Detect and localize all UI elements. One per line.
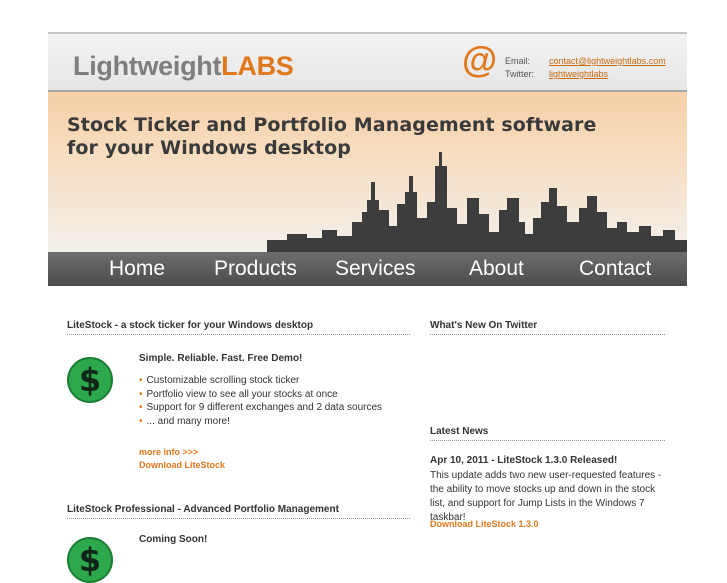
download-litestock-130-link[interactable]: Download LiteStock 1.3.0 [430, 519, 539, 529]
feature-item: Customizable scrolling stock ticker [139, 374, 382, 388]
nav-contact[interactable]: Contact [579, 257, 651, 281]
main-nav: Home Products Services About Contact [48, 252, 687, 286]
news-item-body: This update adds two new user-requested … [430, 470, 662, 523]
nav-services[interactable]: Services [335, 257, 416, 281]
email-link[interactable]: contact@lightweightlabs.com [549, 55, 666, 68]
product2-heading: LiteStock Professional - Advanced Portfo… [67, 504, 410, 519]
at-icon: @ [462, 39, 498, 80]
contact-info: Email: contact@lightweightlabs.com Twitt… [505, 55, 666, 81]
news-heading: Latest News [430, 426, 665, 441]
product1-heading: LiteStock - a stock ticker for your Wind… [67, 320, 410, 335]
nav-products[interactable]: Products [214, 257, 297, 281]
dollar-icon: $ [67, 357, 113, 403]
product1-feature-list: Customizable scrolling stock ticker Port… [139, 374, 383, 429]
feature-item: ... and many more! [139, 415, 382, 429]
site-logo[interactable]: LightweightLABS [73, 51, 294, 82]
twitter-heading: What's New On Twitter [430, 320, 665, 335]
city-skyline-graphic [267, 152, 687, 252]
products-column: LiteStock - a stock ticker for your Wind… [67, 320, 410, 583]
twitter-label: Twitter: [505, 69, 535, 79]
nav-about[interactable]: About [469, 257, 524, 281]
product2-title: Coming Soon! [139, 534, 208, 545]
more-info-link[interactable]: more info >>> [139, 447, 198, 457]
feature-item: Portfolio view to see all your stocks at… [139, 388, 382, 402]
dollar-icon: $ [67, 537, 113, 583]
nav-home[interactable]: Home [109, 257, 165, 281]
email-label: Email: [505, 56, 531, 66]
download-litestock-link[interactable]: Download LiteStock [139, 460, 225, 470]
sidebar-column: What's New On Twitter Latest News Apr 10… [430, 320, 665, 529]
hero-banner: Stock Ticker and Portfolio Management so… [48, 92, 687, 252]
product1-title: Simple. Reliable. Fast. Free Demo! [139, 353, 303, 364]
news-item-title: Apr 10, 2011 - LiteStock 1.3.0 Released! [430, 455, 618, 466]
page-header-region: LightweightLABS @ Email: contact@lightwe… [48, 32, 687, 286]
logo-text-lightweight: Lightweight [73, 51, 222, 81]
logo-text-labs: LABS [221, 51, 294, 81]
tagline-line-1: Stock Ticker and Portfolio Management so… [67, 114, 597, 136]
header-bar: LightweightLABS @ Email: contact@lightwe… [48, 34, 687, 92]
feature-item: Support for 9 different exchanges and 2 … [139, 401, 383, 415]
twitter-link[interactable]: lightweightlabs [549, 68, 608, 81]
